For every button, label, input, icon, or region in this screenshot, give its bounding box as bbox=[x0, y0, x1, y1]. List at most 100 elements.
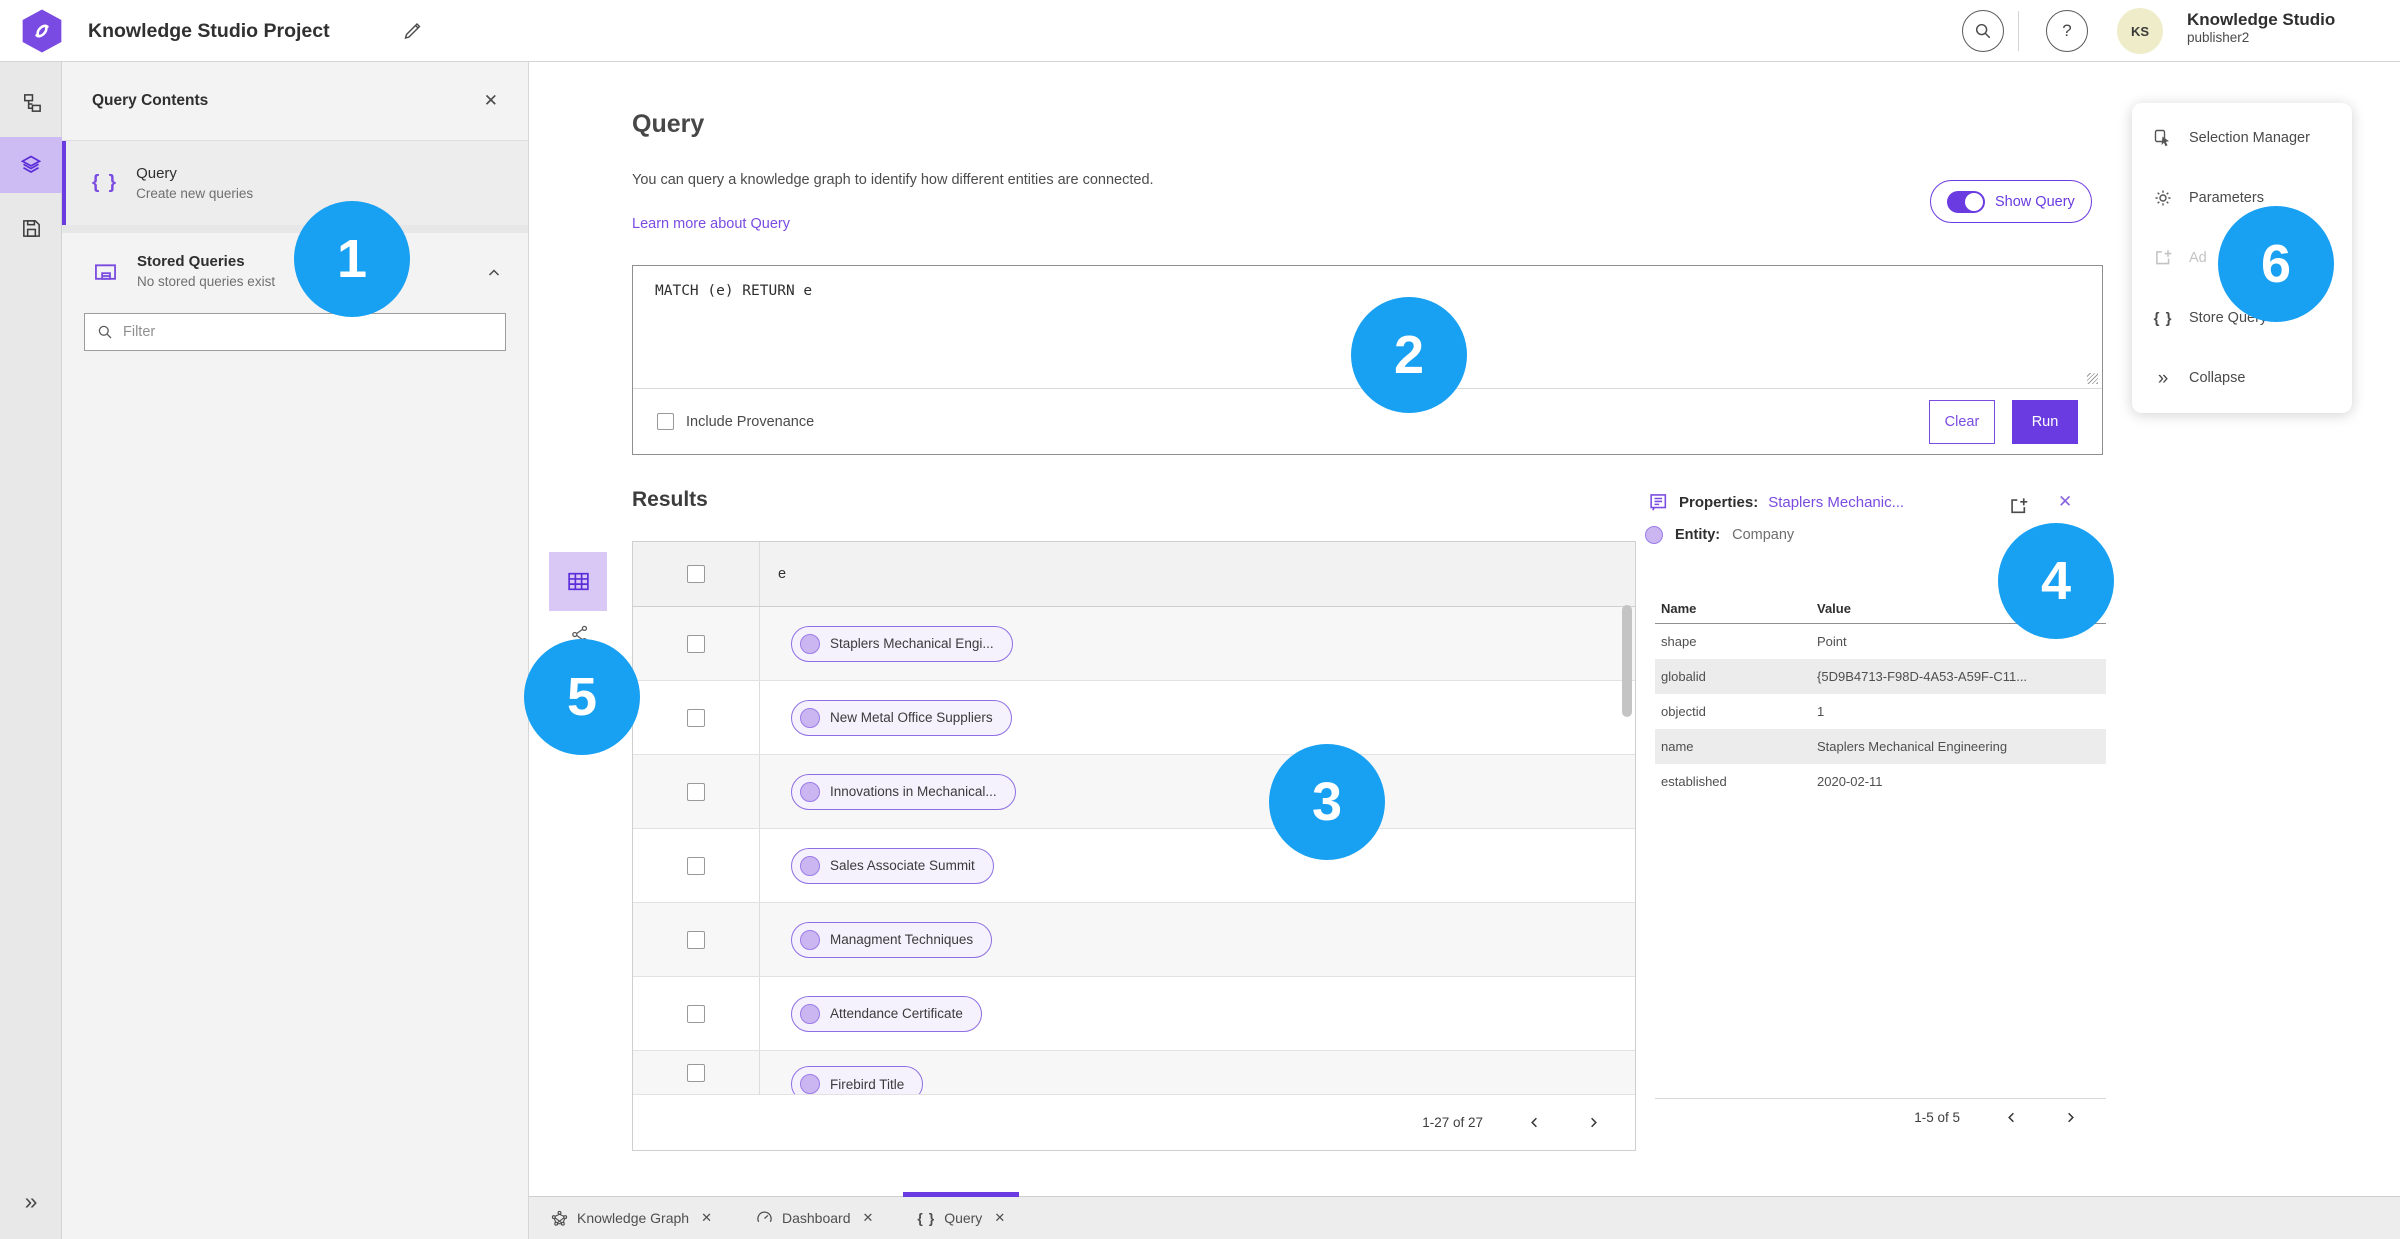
results-pagination: 1-27 of 27 bbox=[633, 1095, 1635, 1150]
braces-icon: { } bbox=[92, 172, 119, 193]
row-checkbox[interactable] bbox=[687, 1004, 705, 1023]
entity-label: Entity: bbox=[1675, 527, 1721, 543]
annotation-circle-1: 1 bbox=[294, 201, 410, 317]
entity-dot-icon bbox=[800, 929, 820, 950]
properties-footer-divider bbox=[1655, 1098, 2106, 1099]
topbar-divider bbox=[2018, 11, 2019, 51]
search-icon bbox=[1974, 22, 1992, 40]
menu-item-selection-manager[interactable]: Selection Manager bbox=[2132, 108, 2352, 168]
table-row-clipped[interactable]: Firebird Title bbox=[633, 1051, 1635, 1095]
properties-entity-link[interactable]: Staplers Mechanic... bbox=[1768, 494, 1904, 511]
row-checkbox[interactable] bbox=[687, 930, 705, 949]
properties-header: Properties: Staplers Mechanic... bbox=[1648, 492, 1904, 513]
bottom-tab-bar: Knowledge Graph ✕ Dashboard ✕ { } Query … bbox=[529, 1192, 2400, 1239]
query-editor-footer: Include Provenance Clear Run bbox=[633, 389, 2102, 454]
row-checkbox[interactable] bbox=[687, 782, 705, 801]
add-to-selection-icon[interactable] bbox=[2008, 496, 2029, 517]
panel-title: Query Contents bbox=[92, 92, 209, 109]
stored-queries-filter bbox=[84, 313, 506, 351]
entity-pill[interactable]: Innovations in Mechanical... bbox=[791, 773, 1016, 810]
layers-icon bbox=[19, 153, 43, 177]
include-provenance-checkbox[interactable] bbox=[657, 413, 674, 430]
selection-manager-icon bbox=[2152, 128, 2174, 148]
resize-grip[interactable] bbox=[2087, 373, 2098, 384]
global-search-button[interactable] bbox=[1962, 10, 2004, 52]
column-header-e[interactable]: e bbox=[760, 542, 1635, 606]
entity-pill[interactable]: Sales Associate Summit bbox=[791, 847, 994, 884]
query-contents-panel: Query Contents ✕ { } Query Create new qu… bbox=[62, 62, 529, 1239]
close-tab-icon[interactable]: ✕ bbox=[701, 1210, 712, 1226]
prev-page-button[interactable] bbox=[1527, 1115, 1542, 1130]
properties-icon bbox=[1648, 492, 1669, 513]
row-checkbox[interactable] bbox=[687, 708, 705, 727]
close-properties-button[interactable]: ✕ bbox=[2058, 492, 2072, 512]
chevron-up-icon[interactable] bbox=[486, 265, 502, 281]
left-icon-rail: » bbox=[0, 62, 62, 1239]
table-row[interactable]: Innovations in Mechanical... bbox=[633, 755, 1635, 829]
sidebar-item-query[interactable]: { } Query Create new queries bbox=[62, 141, 528, 233]
entity-pill[interactable]: Attendance Certificate bbox=[791, 995, 982, 1032]
table-row[interactable]: Attendance Certificate bbox=[633, 977, 1635, 1051]
layers-rail-button-active[interactable] bbox=[0, 137, 62, 193]
data-model-rail-button[interactable] bbox=[0, 75, 62, 131]
entity-pill[interactable]: New Metal Office Suppliers bbox=[791, 699, 1012, 736]
tab-query-active[interactable]: { } Query ✕ bbox=[903, 1192, 1020, 1239]
edit-title-icon[interactable] bbox=[402, 21, 422, 41]
entity-type-row: Entity: Company bbox=[1645, 526, 1794, 544]
query-contents-header: Query Contents ✕ bbox=[62, 62, 528, 141]
learn-more-link[interactable]: Learn more about Query bbox=[632, 216, 790, 232]
annotation-circle-5: 5 bbox=[524, 639, 640, 755]
knowledge-studio-app: Knowledge Studio Project ? KS Knowledge … bbox=[0, 0, 2400, 1239]
close-tab-icon[interactable]: ✕ bbox=[862, 1210, 873, 1226]
filter-input[interactable] bbox=[123, 324, 493, 340]
show-query-toggle[interactable]: Show Query bbox=[1930, 180, 2092, 223]
table-row[interactable]: Managment Techniques bbox=[633, 903, 1635, 977]
select-all-checkbox[interactable] bbox=[687, 565, 705, 583]
clear-button[interactable]: Clear bbox=[1929, 399, 1995, 444]
annotation-circle-3: 3 bbox=[1269, 744, 1385, 860]
next-page-button[interactable] bbox=[2063, 1110, 2078, 1125]
property-value: 1 bbox=[1817, 704, 1825, 719]
table-view-button-active[interactable] bbox=[549, 552, 607, 611]
menu-item-label: Ad bbox=[2189, 250, 2207, 266]
double-chevron-right-icon: » bbox=[2157, 367, 2169, 389]
include-provenance-option[interactable]: Include Provenance bbox=[657, 413, 814, 430]
gauge-icon bbox=[756, 1210, 773, 1227]
help-button[interactable]: ? bbox=[2046, 10, 2088, 52]
entity-dot-icon bbox=[800, 855, 820, 876]
table-row[interactable]: Staplers Mechanical Engi... bbox=[633, 607, 1635, 681]
user-identity[interactable]: Knowledge Studio publisher2 bbox=[2187, 9, 2335, 47]
prev-page-button[interactable] bbox=[2004, 1110, 2019, 1125]
include-provenance-label: Include Provenance bbox=[686, 413, 815, 430]
query-description: You can query a knowledge graph to ident… bbox=[632, 172, 1154, 188]
user-app-name: Knowledge Studio bbox=[2187, 10, 2336, 29]
tab-knowledge-graph[interactable]: Knowledge Graph ✕ bbox=[537, 1197, 726, 1239]
entity-pill-label: Innovations in Mechanical... bbox=[830, 784, 997, 799]
tab-dashboard[interactable]: Dashboard ✕ bbox=[742, 1197, 887, 1239]
close-tab-icon[interactable]: ✕ bbox=[994, 1210, 1005, 1226]
menu-item-label: Selection Manager bbox=[2189, 130, 2310, 146]
table-row[interactable]: New Metal Office Suppliers bbox=[633, 681, 1635, 755]
entity-pill-label: Managment Techniques bbox=[830, 932, 974, 947]
user-role: publisher2 bbox=[2187, 30, 2250, 46]
toggle-switch-on[interactable] bbox=[1947, 190, 1985, 213]
table-row[interactable]: Sales Associate Summit bbox=[633, 829, 1635, 903]
row-checkbox[interactable] bbox=[687, 856, 705, 875]
app-logo-icon[interactable] bbox=[22, 9, 62, 53]
row-checkbox[interactable] bbox=[687, 1063, 705, 1082]
save-rail-button[interactable] bbox=[0, 200, 62, 256]
next-page-button[interactable] bbox=[1586, 1115, 1601, 1130]
run-button[interactable]: Run bbox=[2012, 399, 2078, 444]
table-scrollbar[interactable] bbox=[1622, 605, 1632, 717]
user-avatar[interactable]: KS bbox=[2117, 8, 2163, 54]
entity-dot-icon bbox=[800, 707, 820, 728]
row-checkbox[interactable] bbox=[687, 634, 705, 653]
close-panel-button[interactable]: ✕ bbox=[484, 91, 498, 111]
double-chevron-right-icon: » bbox=[24, 1188, 38, 1214]
property-row: globalid {5D9B4713-F98D-4A53-A59F-C11... bbox=[1655, 659, 2106, 694]
entity-pill[interactable]: Firebird Title bbox=[791, 1066, 924, 1094]
expand-rail-button[interactable]: » bbox=[0, 1190, 62, 1213]
menu-item-collapse[interactable]: » Collapse bbox=[2132, 348, 2352, 408]
entity-pill[interactable]: Staplers Mechanical Engi... bbox=[791, 625, 1013, 662]
entity-pill[interactable]: Managment Techniques bbox=[791, 921, 993, 958]
